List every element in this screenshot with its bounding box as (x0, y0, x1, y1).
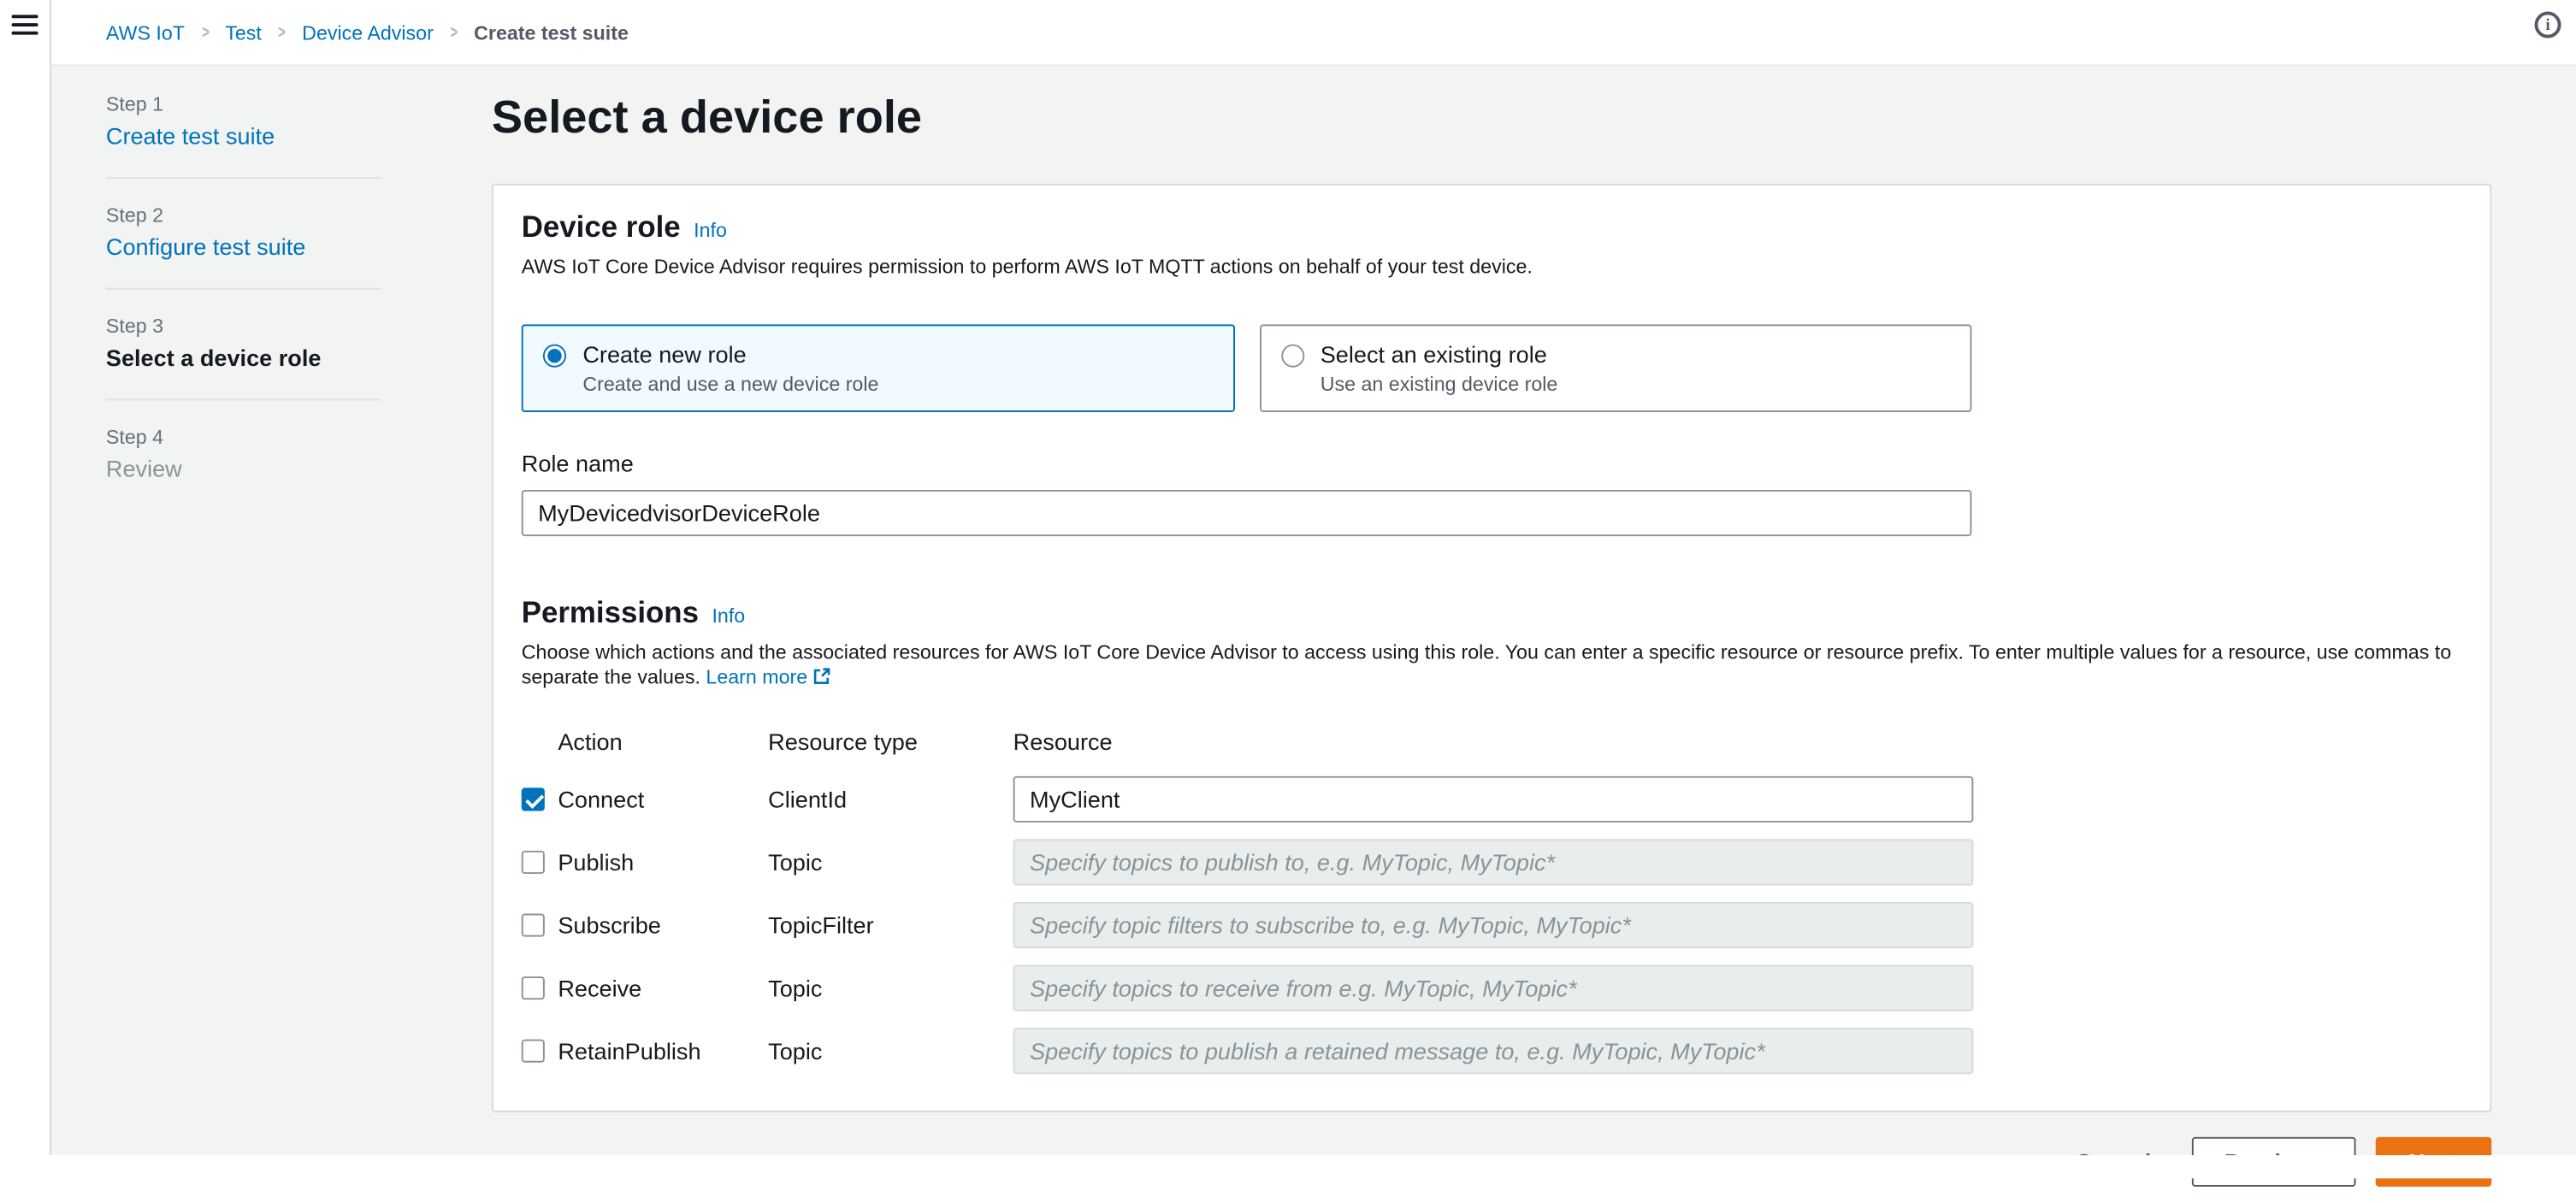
device-role-heading: Device role (521, 209, 681, 244)
table-row-publish-action: Publish (521, 849, 768, 876)
device-role-description: AWS IoT Core Device Advisor requires per… (521, 255, 1533, 279)
step-2-number: Step 2 (105, 203, 164, 227)
tile-text: Create new role Create and use a new dev… (582, 341, 878, 396)
step-1-link[interactable]: Create test suite (106, 122, 275, 149)
tile-sublabel: Use an existing device role (1320, 372, 1558, 396)
device-role-card: Device role Info AWS IoT Core Device Adv… (491, 183, 2492, 1112)
breadcrumb-test[interactable]: Test (225, 21, 262, 44)
publish-checkbox[interactable] (521, 850, 545, 875)
permissions-info-link[interactable]: Info (712, 604, 745, 628)
page-title: Select a device role (491, 91, 923, 143)
learn-more-link[interactable]: Learn more (706, 665, 830, 688)
resource-type-label: TopicFilter (768, 911, 874, 939)
permissions-section-header: Permissions Info (522, 596, 2461, 631)
chevron-right-icon: > (278, 22, 286, 43)
wizard-steps-nav: Step 1 Create test suite Step 2 Configur… (105, 90, 381, 489)
breadcrumb-current: Create test suite (474, 21, 629, 44)
table-row-receive-action: Receive (521, 975, 768, 1002)
resource-type-label: ClientId (768, 786, 848, 813)
table-row-subscribe-action: Subscribe (521, 911, 768, 939)
divider (105, 398, 381, 401)
step-2-link[interactable]: Configure test suite (106, 233, 305, 260)
radio-tile-select-existing-role[interactable]: Select an existing role Use an existing … (1259, 324, 1972, 412)
chevron-right-icon: > (450, 22, 458, 43)
tile-label: Create new role (582, 340, 747, 368)
step-3-number: Step 3 (105, 314, 164, 338)
side-nav-rail (0, 0, 52, 1156)
table-row-connect-action: Connect (521, 786, 768, 813)
info-circle-icon[interactable]: i (2534, 11, 2561, 38)
action-label: Connect (558, 786, 645, 813)
radio-tile-create-new-role[interactable]: Create new role Create and use a new dev… (521, 324, 1235, 412)
device-role-section-header: Device role Info (522, 210, 2461, 245)
column-header-resource: Resource (1013, 728, 1113, 755)
step-4-disabled: Review (105, 455, 182, 482)
tile-sublabel: Create and use a new device role (582, 372, 879, 396)
connect-checkbox[interactable] (521, 787, 545, 811)
column-header-action: Action (558, 728, 623, 755)
main-panel: Select a device role Device role Info AW… (491, 66, 2492, 1203)
tile-text: Select an existing role Use an existing … (1320, 341, 1558, 396)
table-row-retainpublish-action: RetainPublish (521, 1037, 768, 1064)
connect-resource-input[interactable] (1013, 775, 1974, 823)
content-area: Step 1 Create test suite Step 2 Configur… (51, 66, 2576, 1187)
action-label: Subscribe (558, 911, 661, 939)
resource-type-label: Topic (768, 849, 823, 876)
subscribe-resource-input[interactable] (1013, 901, 1974, 949)
receive-checkbox[interactable] (521, 976, 545, 1000)
app-window: AWS IoT > Test > Device Advisor > Create… (0, 0, 2576, 1187)
radio-selected-icon (542, 344, 567, 368)
publish-resource-input[interactable] (1013, 839, 1974, 886)
step-1: Step 1 Create test suite (106, 90, 381, 156)
column-header-resource-type: Resource type (768, 728, 918, 755)
action-label: Publish (558, 849, 635, 876)
divider (105, 177, 381, 180)
step-1-number: Step 1 (105, 92, 164, 116)
step-4: Step 4 Review (106, 422, 381, 488)
step-3-current: Select a device role (105, 344, 322, 371)
external-link-icon (813, 668, 830, 685)
role-option-tiles: Create new role Create and use a new dev… (521, 324, 1972, 412)
receive-resource-input[interactable] (1013, 964, 1974, 1011)
resource-type-label: Topic (768, 1037, 823, 1064)
breadcrumb-aws-iot[interactable]: AWS IoT (106, 21, 185, 44)
retainpublish-resource-input[interactable] (1013, 1028, 1974, 1075)
subscribe-checkbox[interactable] (521, 913, 545, 937)
permissions-heading: Permissions (521, 595, 699, 629)
retainpublish-checkbox[interactable] (521, 1039, 545, 1063)
breadcrumb-device-advisor[interactable]: Device Advisor (302, 21, 434, 44)
learn-more-text: Learn more (706, 665, 808, 689)
resource-type-label: Topic (768, 975, 823, 1002)
role-name-input[interactable] (521, 489, 1972, 537)
tile-label: Select an existing role (1320, 340, 1547, 368)
permissions-description: Choose which actions and the associated … (522, 640, 2461, 690)
top-bar: AWS IoT > Test > Device Advisor > Create… (51, 0, 2576, 67)
step-4-number: Step 4 (105, 425, 164, 449)
info-glyph: i (2545, 15, 2550, 34)
action-label: Receive (558, 975, 642, 1002)
role-name-label: Role name (521, 450, 634, 477)
chevron-right-icon: > (201, 22, 209, 43)
radio-unselected-icon (1280, 344, 1304, 368)
hamburger-icon (11, 14, 42, 34)
menu-button[interactable] (11, 13, 42, 39)
action-label: RetainPublish (558, 1037, 701, 1064)
step-3: Step 3 Select a device role (106, 311, 381, 377)
divider (105, 287, 381, 290)
bottom-strip (0, 1155, 2576, 1179)
permissions-table: Action Resource type Resource Connect Cl… (521, 728, 2461, 1075)
step-2: Step 2 Configure test suite (106, 200, 381, 266)
device-role-info-link[interactable]: Info (694, 219, 727, 242)
breadcrumb: AWS IoT > Test > Device Advisor > Create… (51, 21, 629, 44)
